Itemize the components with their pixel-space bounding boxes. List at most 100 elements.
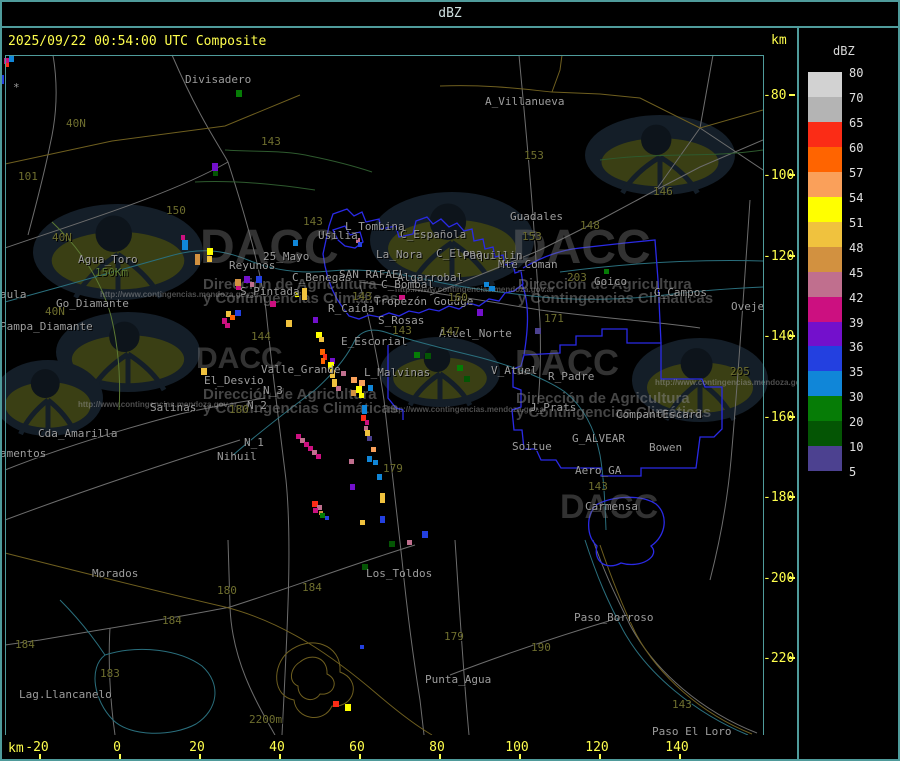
radar-echo-pixel <box>302 288 307 300</box>
radar-echo-pixel <box>225 323 230 328</box>
legend-value-label: 20 <box>849 415 864 430</box>
legend-value-label: 39 <box>849 315 864 330</box>
place-label: Oveje <box>731 300 765 313</box>
road-number-label: 147 <box>440 325 460 338</box>
radar-echo-pixel <box>535 328 541 334</box>
legend-swatch <box>808 246 842 272</box>
place-label: Mte_Coman <box>498 258 558 271</box>
place-label: Divisadero <box>185 73 252 86</box>
place-label: Cda_Amarilla <box>38 427 118 440</box>
right-axis-tick-label: -80 <box>763 88 787 103</box>
legend-value-label: 57 <box>849 165 864 180</box>
radar-echo-pixel <box>350 484 355 490</box>
road-number-label: 160 <box>448 291 468 304</box>
place-label: N_2 <box>247 399 267 412</box>
place-label: Goico <box>594 275 628 288</box>
map-linework: DACC DACCDACC DACCDACCDirección de Agricul… <box>0 54 814 736</box>
road-number-label: 143 <box>588 480 608 493</box>
place-label: V_Atuel <box>491 364 538 377</box>
legend-swatch <box>808 271 842 297</box>
road-number-label: 190 <box>531 641 551 654</box>
radar-echo-pixel <box>489 286 495 291</box>
place-label: Punta_Agua <box>425 673 492 686</box>
radar-echo-pixel <box>319 337 324 342</box>
place-label: R_Padre <box>548 370 595 383</box>
radar-echo-pixel <box>351 390 356 396</box>
legend-swatch <box>808 171 842 197</box>
radar-echo-pixel <box>464 376 470 382</box>
road-number-label: 143 <box>352 290 372 303</box>
radar-echo-pixel <box>235 310 241 316</box>
place-label: Morados <box>92 567 139 580</box>
place-label: Usilia <box>318 229 358 242</box>
place-label: Valle_Grande <box>261 363 341 376</box>
place-label: L_Malvinas <box>364 366 431 379</box>
legend-value-label: 48 <box>849 240 864 255</box>
radar-echo-pixel <box>604 269 609 274</box>
radar-echo-pixel <box>333 701 339 707</box>
legend-value-label: 80 <box>849 66 864 80</box>
place-label: La_Nora <box>376 248 423 261</box>
place-label: aula <box>0 288 27 301</box>
road-number-label: 2200m <box>249 713 283 726</box>
place-label: G_ALVEAR <box>572 432 625 445</box>
legend-value-label: 45 <box>849 265 864 280</box>
radar-echo-pixel <box>373 460 378 465</box>
radar-echo-pixel <box>365 420 369 425</box>
legend-value-label: 42 <box>849 290 864 305</box>
radar-echo-pixel <box>213 171 218 176</box>
legend-value-label: 51 <box>849 215 864 230</box>
place-label: * <box>13 81 20 94</box>
place-label: C_Española <box>400 228 467 241</box>
radar-echo-pixel <box>356 386 362 393</box>
radar-echo-pixel <box>256 276 262 283</box>
road-number-label: 205 <box>730 365 750 378</box>
place-label: R_Caída <box>328 302 375 315</box>
right-axis-tick-mark <box>789 496 795 499</box>
right-axis-tick-mark <box>789 174 795 177</box>
place-label: Reyunos <box>229 259 276 272</box>
place-label: C_Bombal <box>381 278 434 291</box>
road-number-label: 40N <box>45 305 65 318</box>
road-number-label: 153 <box>524 149 544 162</box>
radar-echo-pixel <box>236 90 242 97</box>
place-label: E_Escorial <box>341 335 408 348</box>
radar-echo-pixel <box>351 377 357 383</box>
radar-map-canvas: DACC DACC DACC DACC DACC Dirección de Agricul… <box>0 0 900 761</box>
bottom-axis-tick-mark <box>39 754 41 760</box>
place-label: A_Villanueva <box>485 95 565 108</box>
radar-echo-pixel <box>349 459 354 464</box>
legend-value-label: 30 <box>849 390 864 405</box>
radar-echo-pixel <box>207 256 212 262</box>
road-number-label: 184 <box>302 581 322 594</box>
radar-echo-pixel <box>371 447 376 452</box>
radar-echo-pixel <box>336 386 341 391</box>
bottom-axis-tick-label: 60 <box>349 740 365 755</box>
place-label: amentos <box>0 447 47 460</box>
legend-value-label: 35 <box>849 365 864 380</box>
place-label: Go_Diamante <box>56 297 129 310</box>
radar-echo-pixel <box>367 456 372 462</box>
radar-echo-pixel <box>5 63 9 67</box>
radar-echo-pixel <box>286 320 292 327</box>
radar-echo-pixel <box>360 520 365 525</box>
radar-echo-pixel <box>207 248 213 255</box>
place-label: Nihuil <box>217 450 257 463</box>
right-axis-tick-mark <box>789 335 795 338</box>
bottom-axis-tick-label: 120 <box>585 740 609 755</box>
road-number-label: 40N <box>52 231 72 244</box>
road-number-label: 148 <box>580 219 600 232</box>
dbz-color-legend: dBZ 80 70 65 60 57 54 51 48 45 42 39 36 35 30 20 10 5 <box>799 28 900 761</box>
radar-echo-pixel <box>360 645 364 649</box>
road-number-label: 184 <box>15 638 35 651</box>
bottom-axis-tick-mark <box>279 754 281 760</box>
legend-swatch <box>808 296 842 322</box>
bottom-axis-tick-label: 100 <box>505 740 529 755</box>
bottom-axis-tick-label: 20 <box>189 740 205 755</box>
road-number-label: 143 <box>261 135 281 148</box>
place-label: Carmensa <box>585 500 638 513</box>
radar-echo-pixel <box>414 352 420 358</box>
road-number-label: 171 <box>544 312 564 325</box>
window-title: dBZ <box>438 6 462 21</box>
radar-echo-pixel <box>230 315 235 320</box>
